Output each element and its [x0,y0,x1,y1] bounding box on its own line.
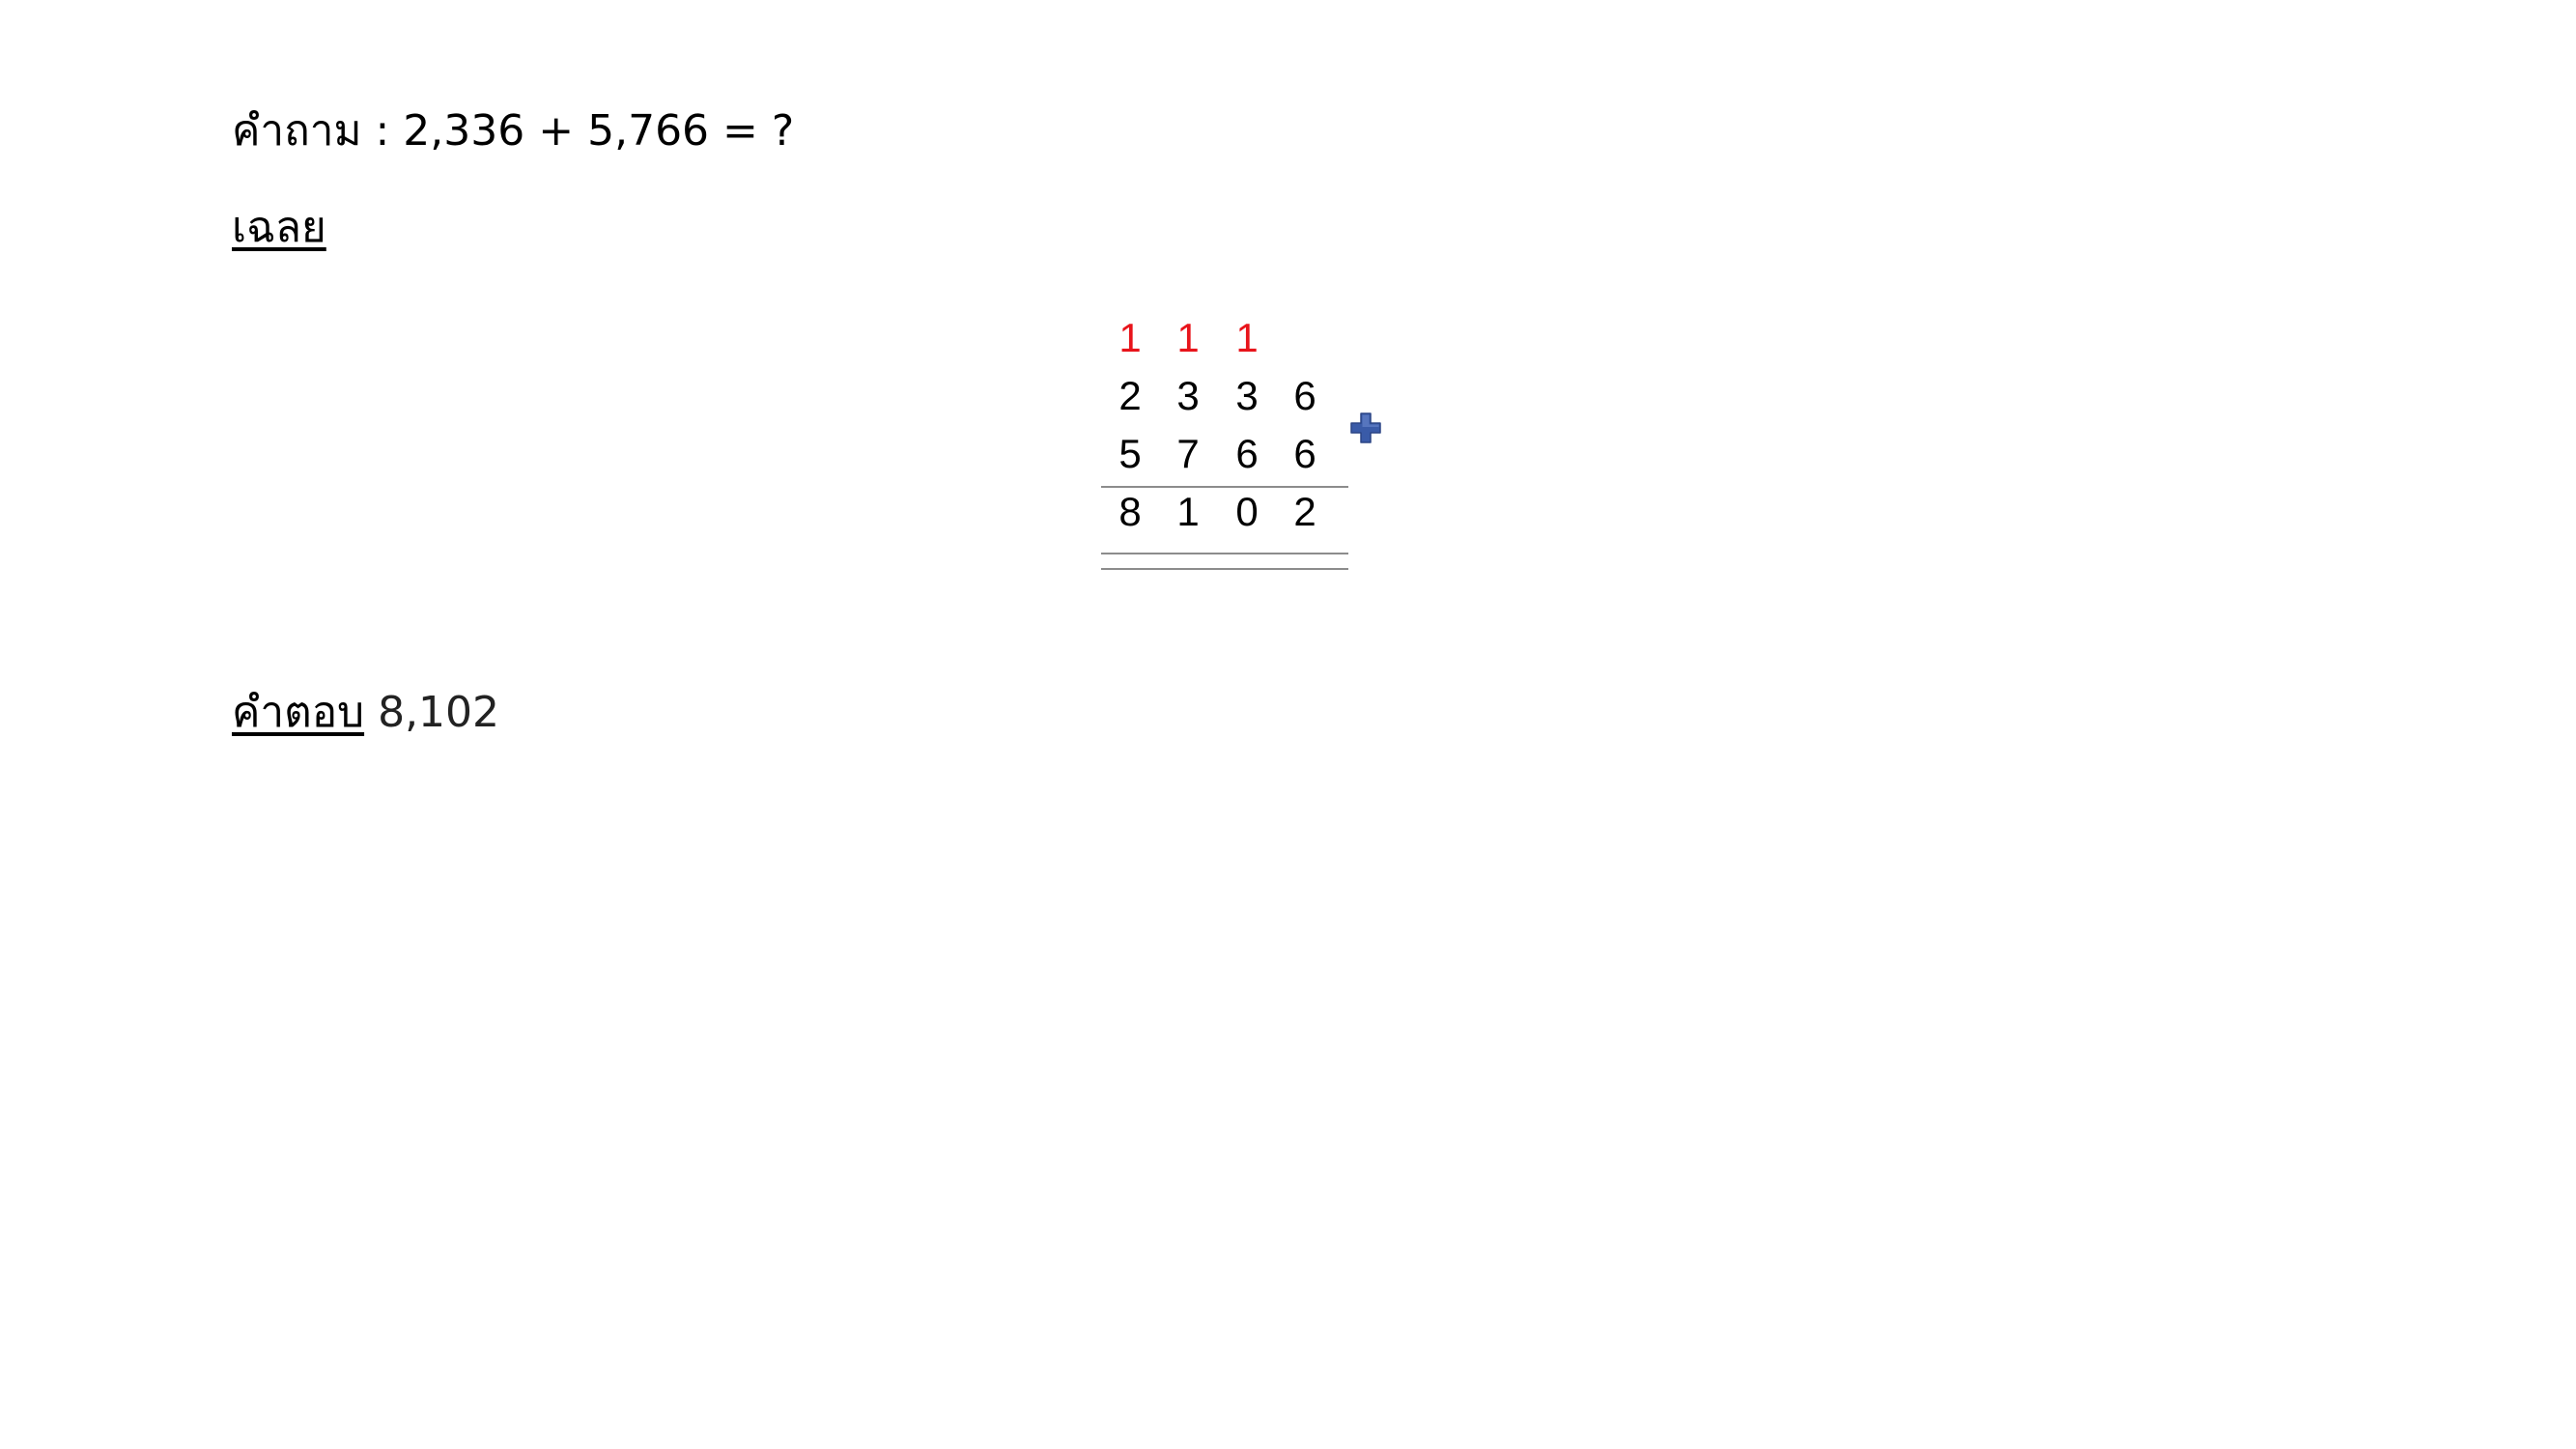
vertical-addition: 1 1 1 2 3 3 6 5 7 6 6 8 1 0 2 [1101,309,1348,570]
addend-2-digit: 6 [1293,431,1316,476]
result-digit: 2 [1293,489,1316,534]
solution-heading: เฉลย [232,203,326,252]
addend-1-digit: 2 [1118,373,1142,418]
double-underline-top [1101,553,1348,554]
addend-2-digit: 6 [1235,431,1259,476]
plus-icon [1350,412,1381,443]
result-digit: 8 [1118,489,1142,534]
addend-2-digit: 7 [1176,431,1200,476]
answer-line: คำตอบ 8,102 [232,682,499,744]
carry-row: 1 1 1 [1101,309,1348,367]
answer-value: 8,102 [378,688,500,737]
addend-row-1: 2 3 3 6 [1101,367,1348,425]
sum-line [1101,486,1348,488]
addend-row-2: 5 7 6 6 [1101,425,1348,483]
result-row: 8 1 0 2 [1101,483,1348,541]
carry-digit: 1 [1176,315,1200,360]
result-digit: 1 [1176,489,1200,534]
carry-digit: 1 [1235,315,1259,360]
answer-label: คำตอบ [232,688,365,737]
question-text: คำถาม : 2,336 + 5,766 = ? [232,106,795,156]
double-underline-bottom [1101,568,1348,570]
addend-1-digit: 6 [1293,373,1316,418]
addend-2-digit: 5 [1118,431,1142,476]
addend-1-digit: 3 [1235,373,1259,418]
carry-digit: 1 [1118,315,1142,360]
result-digit: 0 [1235,489,1259,534]
addend-1-digit: 3 [1176,373,1200,418]
